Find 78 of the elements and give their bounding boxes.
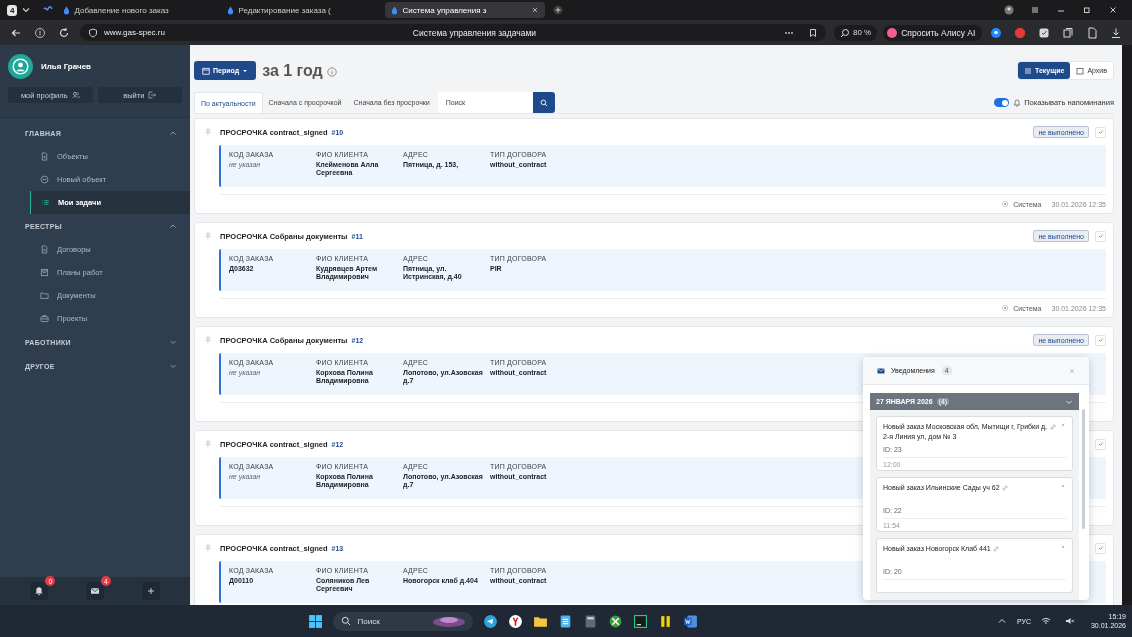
tab-count[interactable]: 4 <box>7 4 18 16</box>
nav-icon <box>40 175 49 184</box>
messages-button[interactable] <box>86 582 104 600</box>
bell-icon <box>34 586 45 596</box>
app-icon[interactable] <box>608 613 624 629</box>
gear-icon <box>1001 200 1010 208</box>
check-icon <box>1097 129 1104 135</box>
collections-icon[interactable] <box>1062 26 1074 39</box>
bell-icon <box>1013 98 1022 107</box>
document-icon[interactable] <box>1086 26 1098 39</box>
envelope-icon <box>90 586 100 596</box>
close-icon[interactable] <box>531 6 540 14</box>
search-button[interactable] <box>532 92 555 113</box>
chevron-up-icon[interactable] <box>996 616 1007 626</box>
check-icon <box>1097 233 1104 239</box>
drop-icon <box>227 5 235 15</box>
browser-tab[interactable]: Редактирование заказа ( <box>221 2 382 18</box>
user-name: Илья Грачев <box>41 62 92 71</box>
avatar-icon <box>8 54 33 79</box>
download-icon[interactable] <box>1110 26 1122 39</box>
url-field[interactable]: www.gas-spec.ru <box>104 28 165 37</box>
chevron-icon <box>169 222 177 230</box>
calendar-icon <box>202 66 210 75</box>
plus-icon <box>145 586 156 596</box>
extension-icon[interactable] <box>1038 26 1050 39</box>
check-icon <box>1097 337 1104 343</box>
notifications-button[interactable] <box>30 582 49 600</box>
nav-icon <box>40 291 49 300</box>
search-icon <box>840 27 850 38</box>
start-icon[interactable] <box>308 613 324 629</box>
browser-tab[interactable]: Добавление нового заказ <box>57 2 218 18</box>
ide-icon[interactable] <box>633 613 649 629</box>
chevron-icon <box>169 362 177 370</box>
search-icon <box>341 616 352 626</box>
chevron-down-icon[interactable] <box>21 5 32 15</box>
caret-icon <box>242 67 249 74</box>
list-icon <box>1024 66 1033 75</box>
adblock-icon[interactable] <box>1014 26 1026 39</box>
speaker-muted-icon[interactable] <box>1064 616 1075 626</box>
taskbar-search[interactable]: Поиск <box>333 611 474 631</box>
users-icon <box>71 91 80 99</box>
nav-icon <box>40 245 49 254</box>
browser-tab[interactable]: Система управления з <box>385 2 546 18</box>
search-icon <box>539 98 548 107</box>
nav-icon <box>40 152 49 161</box>
nav-icon <box>40 268 49 277</box>
word-icon[interactable] <box>683 613 699 629</box>
wifi-icon[interactable] <box>1040 616 1051 626</box>
logout-icon <box>148 91 157 99</box>
add-button[interactable] <box>141 582 160 600</box>
new-tab-icon[interactable] <box>553 5 564 15</box>
close-icon[interactable] <box>1108 5 1118 15</box>
box-icon <box>1076 66 1085 75</box>
check-icon <box>1097 441 1104 447</box>
page-title: Система управления задачами <box>411 27 538 38</box>
telegram-icon[interactable] <box>483 613 499 629</box>
envelope-icon <box>877 366 885 375</box>
extension-icon[interactable] <box>990 26 1002 39</box>
shield-icon <box>88 27 98 38</box>
nav-icon <box>40 314 49 323</box>
bookmark-icon[interactable] <box>808 27 818 38</box>
reminders-toggle[interactable] <box>994 98 1010 107</box>
assistant-icon <box>887 27 898 38</box>
period-title: за 1 год <box>262 61 323 80</box>
zoom-button[interactable]: 80 % <box>834 24 878 41</box>
assistant-button[interactable]: Спросить Алису AI <box>883 24 983 41</box>
drop-icon <box>391 5 399 15</box>
nav-icon <box>41 198 50 207</box>
chevron-icon <box>169 338 177 346</box>
check-icon <box>1097 545 1104 551</box>
restore-icon[interactable] <box>1082 5 1092 15</box>
menu-icon[interactable] <box>1030 5 1040 15</box>
reload-icon[interactable] <box>58 26 70 39</box>
browser-icon[interactable] <box>508 613 524 629</box>
account-icon[interactable] <box>1004 5 1014 15</box>
gear-icon <box>1001 304 1010 312</box>
chevron-icon <box>169 129 177 137</box>
drop-icon <box>63 5 71 15</box>
